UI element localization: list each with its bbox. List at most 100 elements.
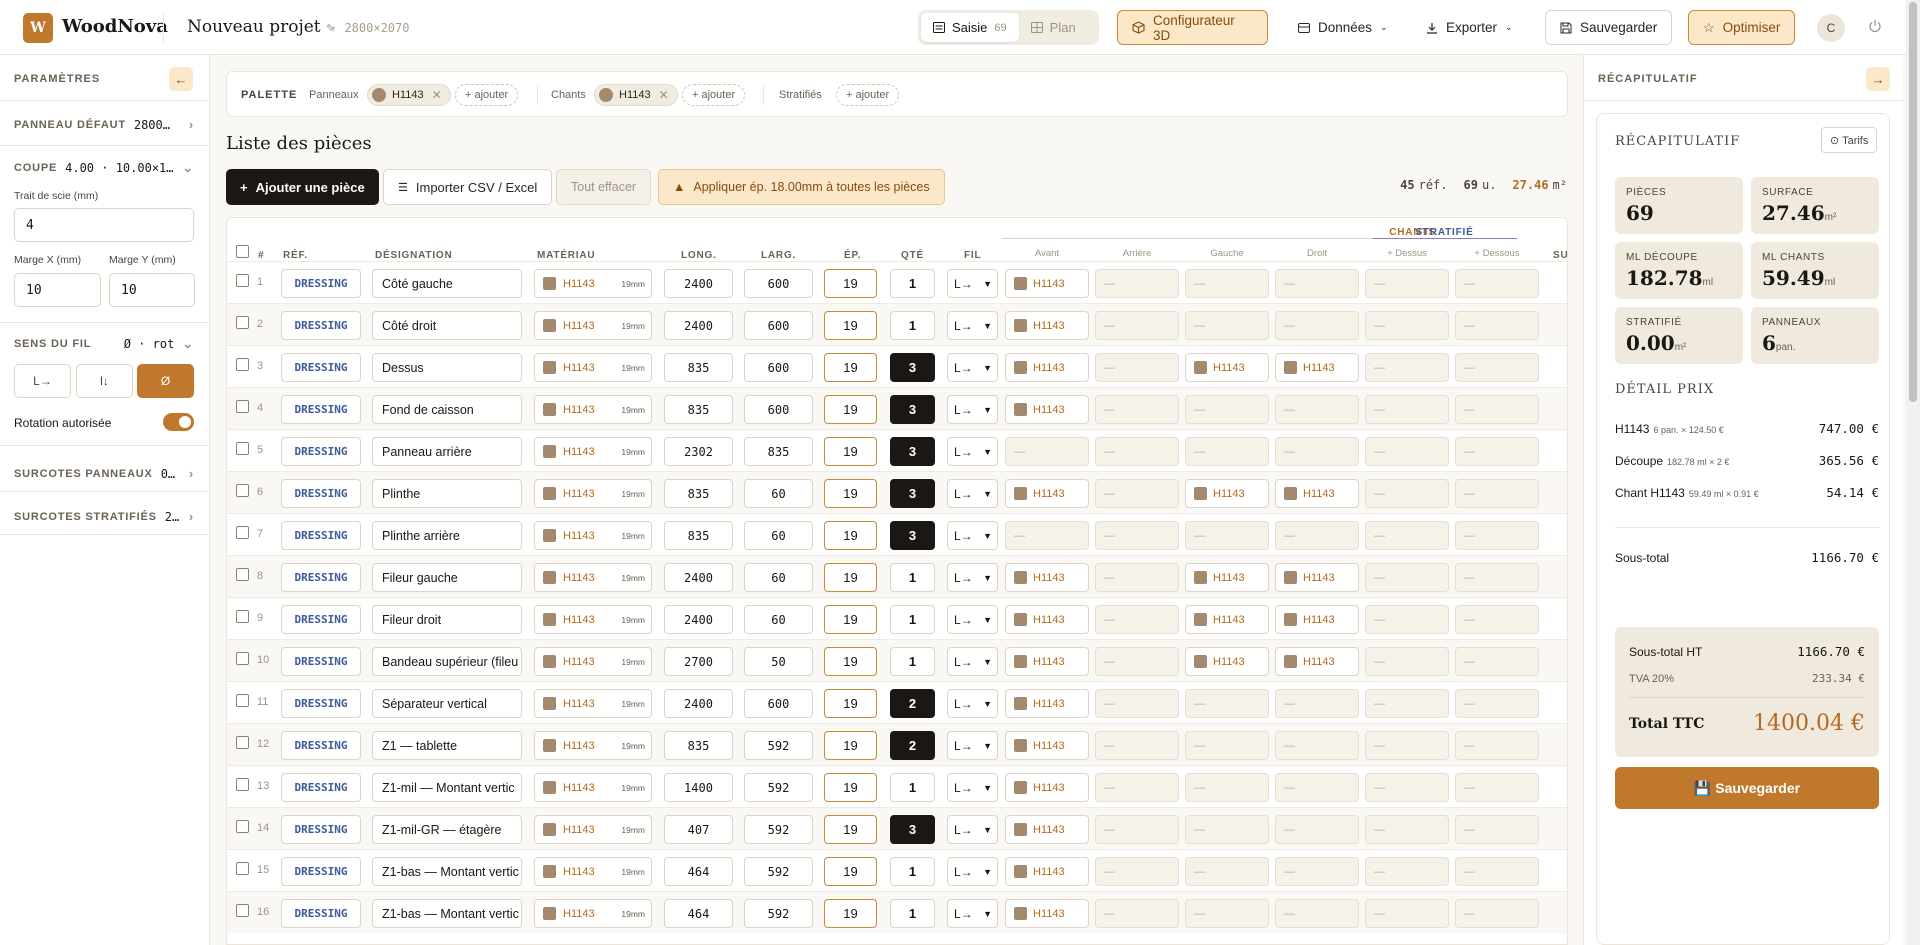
ref-input[interactable]: DRESSING: [281, 815, 361, 844]
width-input[interactable]: 592: [744, 899, 813, 928]
edge-select[interactable]: H1143: [1185, 647, 1269, 676]
row-checkbox[interactable]: [236, 652, 249, 665]
laminate-top-select[interactable]: —: [1365, 437, 1449, 466]
length-input[interactable]: 835: [664, 395, 733, 424]
qty-input[interactable]: 2: [890, 689, 935, 718]
laminate-bottom-select[interactable]: —: [1455, 689, 1539, 718]
edge-select[interactable]: H1143: [1005, 479, 1089, 508]
edge-select[interactable]: H1143: [1005, 815, 1089, 844]
material-select[interactable]: H1143 19mm: [534, 773, 652, 802]
qty-input[interactable]: 3: [890, 353, 935, 382]
designation-input[interactable]: Côté droit: [372, 311, 522, 340]
designation-input[interactable]: Dessus: [372, 353, 522, 382]
length-input[interactable]: 2400: [664, 269, 733, 298]
laminate-bottom-select[interactable]: —: [1455, 437, 1539, 466]
optimize-button[interactable]: ☆ Optimiser: [1688, 10, 1796, 45]
width-input[interactable]: 835: [744, 437, 813, 466]
width-input[interactable]: 600: [744, 395, 813, 424]
laminate-top-select[interactable]: —: [1365, 647, 1449, 676]
laminate-bottom-select[interactable]: —: [1455, 605, 1539, 634]
material-select[interactable]: H1143 19mm: [534, 605, 652, 634]
width-input[interactable]: 60: [744, 605, 813, 634]
edge-select[interactable]: H1143: [1005, 731, 1089, 760]
laminate-bottom-select[interactable]: —: [1455, 311, 1539, 340]
laminate-top-select[interactable]: —: [1365, 395, 1449, 424]
qty-input[interactable]: 3: [890, 395, 935, 424]
edge-select[interactable]: H1143: [1185, 563, 1269, 592]
laminate-bottom-select[interactable]: —: [1455, 773, 1539, 802]
ref-input[interactable]: DRESSING: [281, 353, 361, 382]
material-select[interactable]: H1143 19mm: [534, 395, 652, 424]
length-input[interactable]: 2400: [664, 605, 733, 634]
grain-select[interactable]: L→ ▼: [947, 899, 998, 928]
thickness-input[interactable]: 19: [824, 647, 877, 676]
close-icon[interactable]: ✕: [659, 88, 669, 102]
qty-input[interactable]: 3: [890, 521, 935, 550]
ref-input[interactable]: DRESSING: [281, 563, 361, 592]
edge-select[interactable]: —: [1185, 395, 1269, 424]
save-recap-button[interactable]: 💾 Sauvegarder: [1615, 767, 1879, 809]
edge-select[interactable]: —: [1185, 815, 1269, 844]
row-checkbox[interactable]: [236, 526, 249, 539]
laminate-bottom-select[interactable]: —: [1455, 857, 1539, 886]
edge-select[interactable]: —: [1275, 689, 1359, 718]
edge-select[interactable]: H1143: [1275, 647, 1359, 676]
edge-select[interactable]: —: [1095, 437, 1179, 466]
designation-input[interactable]: Côté gauche: [372, 269, 522, 298]
edge-select[interactable]: H1143: [1185, 479, 1269, 508]
material-select[interactable]: H1143 19mm: [534, 857, 652, 886]
edge-select[interactable]: H1143: [1005, 647, 1089, 676]
designation-input[interactable]: Z1-bas — Montant vertic: [372, 899, 522, 928]
designation-input[interactable]: Plinthe arrière: [372, 521, 522, 550]
tarifs-button[interactable]: ⊙ Tarifs: [1821, 127, 1878, 153]
designation-input[interactable]: Plinthe: [372, 479, 522, 508]
width-input[interactable]: 60: [744, 479, 813, 508]
power-icon[interactable]: [1868, 19, 1882, 33]
row-checkbox[interactable]: [236, 694, 249, 707]
width-input[interactable]: 600: [744, 689, 813, 718]
grain-select[interactable]: L→ ▼: [947, 647, 998, 676]
grain-select[interactable]: L→ ▼: [947, 437, 998, 466]
edge-select[interactable]: —: [1185, 311, 1269, 340]
edge-select[interactable]: H1143: [1005, 899, 1089, 928]
edge-select[interactable]: —: [1005, 521, 1089, 550]
qty-input[interactable]: 1: [890, 563, 935, 592]
rotation-toggle[interactable]: [163, 413, 194, 431]
length-input[interactable]: 835: [664, 353, 733, 382]
laminate-top-select[interactable]: —: [1365, 815, 1449, 844]
qty-input[interactable]: 1: [890, 899, 935, 928]
ref-input[interactable]: DRESSING: [281, 647, 361, 676]
qty-input[interactable]: 2: [890, 731, 935, 760]
scrollbar[interactable]: [1906, 0, 1920, 945]
grain-none-button[interactable]: Ø: [137, 364, 194, 398]
row-checkbox[interactable]: [236, 484, 249, 497]
edge-select[interactable]: H1143: [1005, 563, 1089, 592]
avatar[interactable]: C: [1817, 14, 1845, 42]
designation-input[interactable]: Séparateur vertical: [372, 689, 522, 718]
edge-select[interactable]: —: [1095, 689, 1179, 718]
material-select[interactable]: H1143 19mm: [534, 647, 652, 676]
width-input[interactable]: 50: [744, 647, 813, 676]
thickness-input[interactable]: 19: [824, 563, 877, 592]
add-piece-button[interactable]: + Ajouter une pièce: [226, 169, 379, 205]
thickness-input[interactable]: 19: [824, 815, 877, 844]
laminate-top-select[interactable]: —: [1365, 311, 1449, 340]
tab-plan[interactable]: Plan: [1019, 13, 1088, 42]
edge-select[interactable]: —: [1275, 899, 1359, 928]
length-input[interactable]: 835: [664, 479, 733, 508]
ref-input[interactable]: DRESSING: [281, 605, 361, 634]
laminate-bottom-select[interactable]: —: [1455, 563, 1539, 592]
edge-select[interactable]: —: [1275, 773, 1359, 802]
thickness-input[interactable]: 19: [824, 311, 877, 340]
edge-select[interactable]: —: [1095, 353, 1179, 382]
ref-input[interactable]: DRESSING: [281, 311, 361, 340]
panel-surcharges-row[interactable]: SURCOTES PANNEAUX 0… ›: [14, 466, 194, 481]
edge-select[interactable]: H1143: [1185, 353, 1269, 382]
ref-input[interactable]: DRESSING: [281, 269, 361, 298]
ref-input[interactable]: DRESSING: [281, 857, 361, 886]
row-checkbox[interactable]: [236, 568, 249, 581]
margin-y-input[interactable]: 10: [109, 273, 195, 307]
qty-input[interactable]: 1: [890, 647, 935, 676]
length-input[interactable]: 407: [664, 815, 733, 844]
material-select[interactable]: H1143 19mm: [534, 815, 652, 844]
